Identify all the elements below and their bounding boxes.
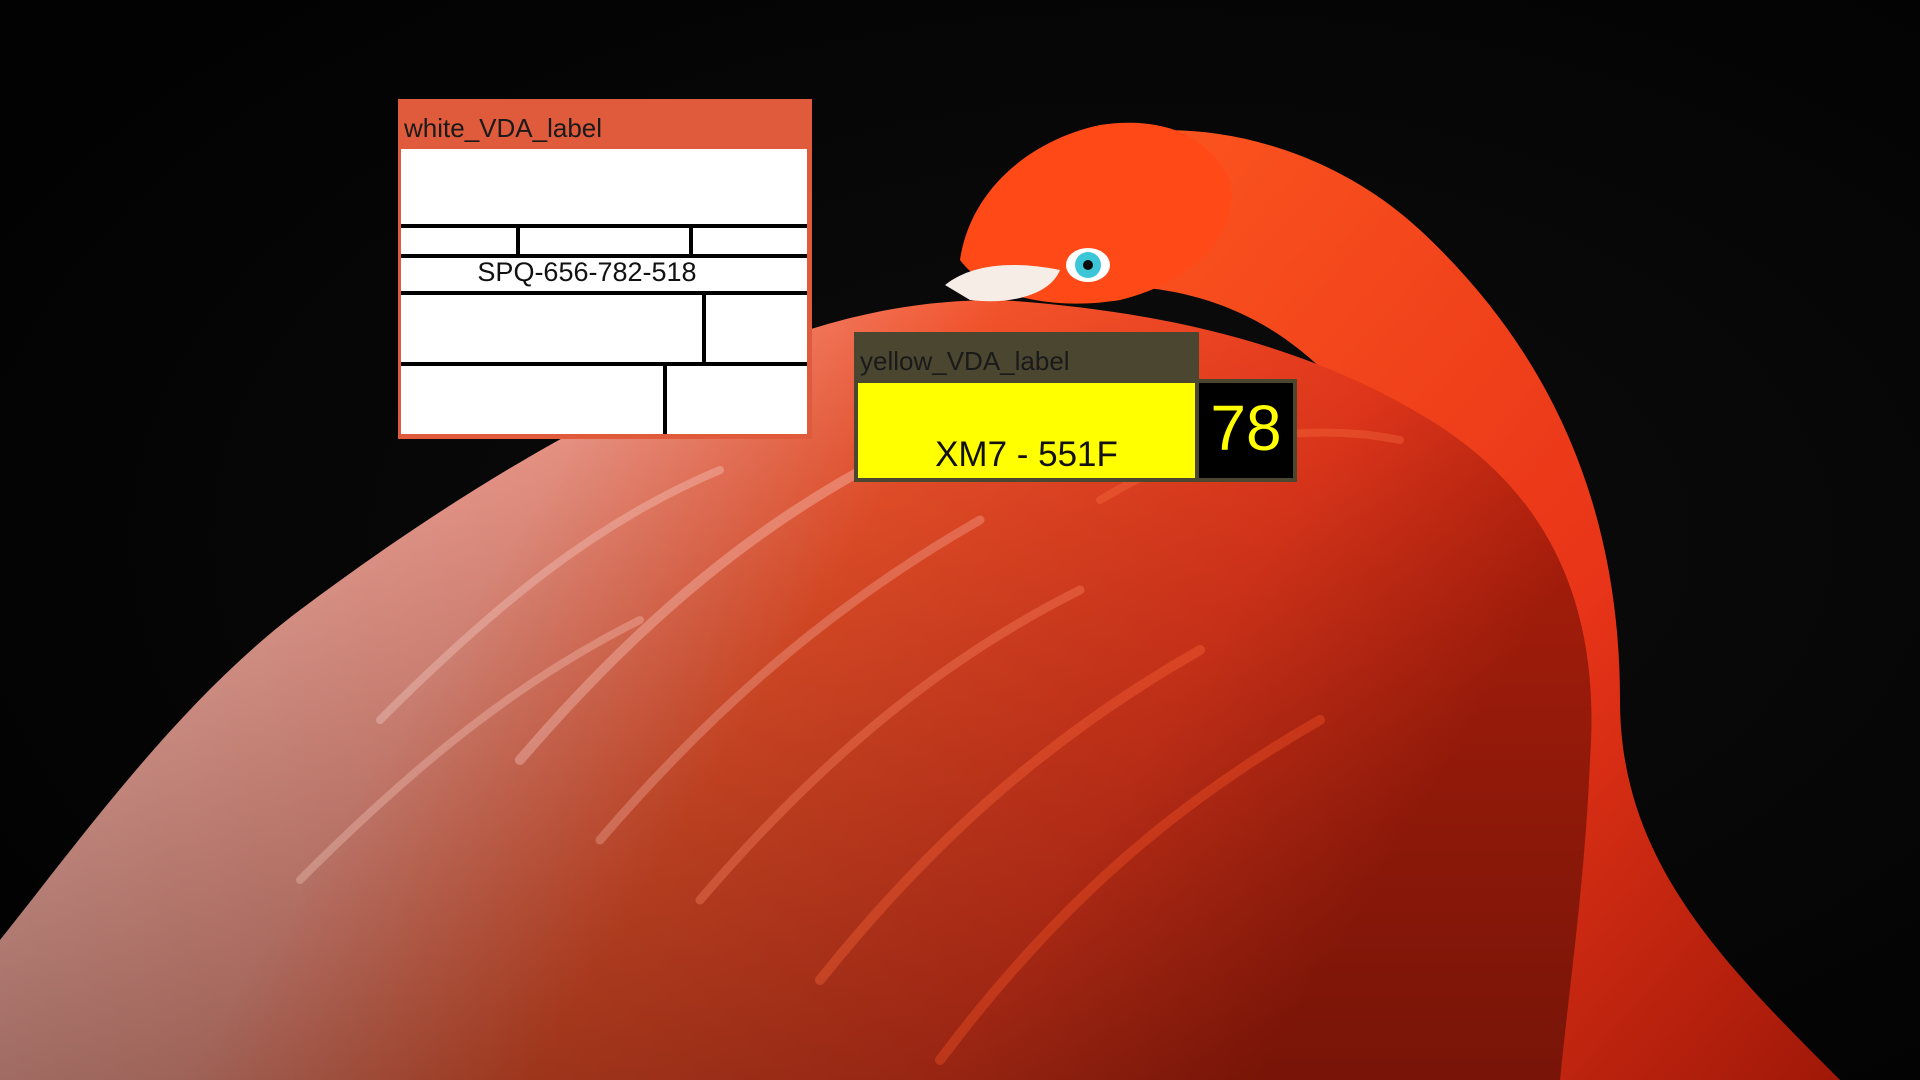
label-divider — [516, 224, 520, 258]
yellow-vda-label-window[interactable]: yellow_VDA_label XM7 - 551F 78 — [854, 332, 1297, 482]
white-label-body: SPQ-656-782-518 — [401, 149, 807, 434]
plate-number: XM7 - 551F — [935, 435, 1118, 474]
yellow-label-frame: XM7 - 551F 78 — [854, 379, 1297, 482]
white-vda-label-window[interactable]: white_VDA_label SPQ-656-782-518 — [398, 99, 812, 439]
count-box: 78 — [1199, 383, 1293, 478]
label-divider — [663, 362, 667, 434]
white-label-serial: SPQ-656-782-518 — [477, 257, 697, 287]
label-divider — [702, 291, 706, 366]
white-label-title: white_VDA_label — [404, 113, 603, 143]
flamingo-photo — [0, 0, 1920, 1080]
yellow-label-header: yellow_VDA_label — [854, 332, 1199, 379]
label-divider — [689, 224, 693, 258]
label-rule — [401, 291, 807, 295]
yellow-license-plate: XM7 - 551F — [858, 383, 1195, 478]
yellow-label-title: yellow_VDA_label — [860, 346, 1070, 376]
label-rule — [401, 224, 807, 228]
count-value: 78 — [1210, 392, 1282, 464]
label-rule — [401, 362, 807, 366]
flamingo-eye — [1066, 248, 1110, 282]
